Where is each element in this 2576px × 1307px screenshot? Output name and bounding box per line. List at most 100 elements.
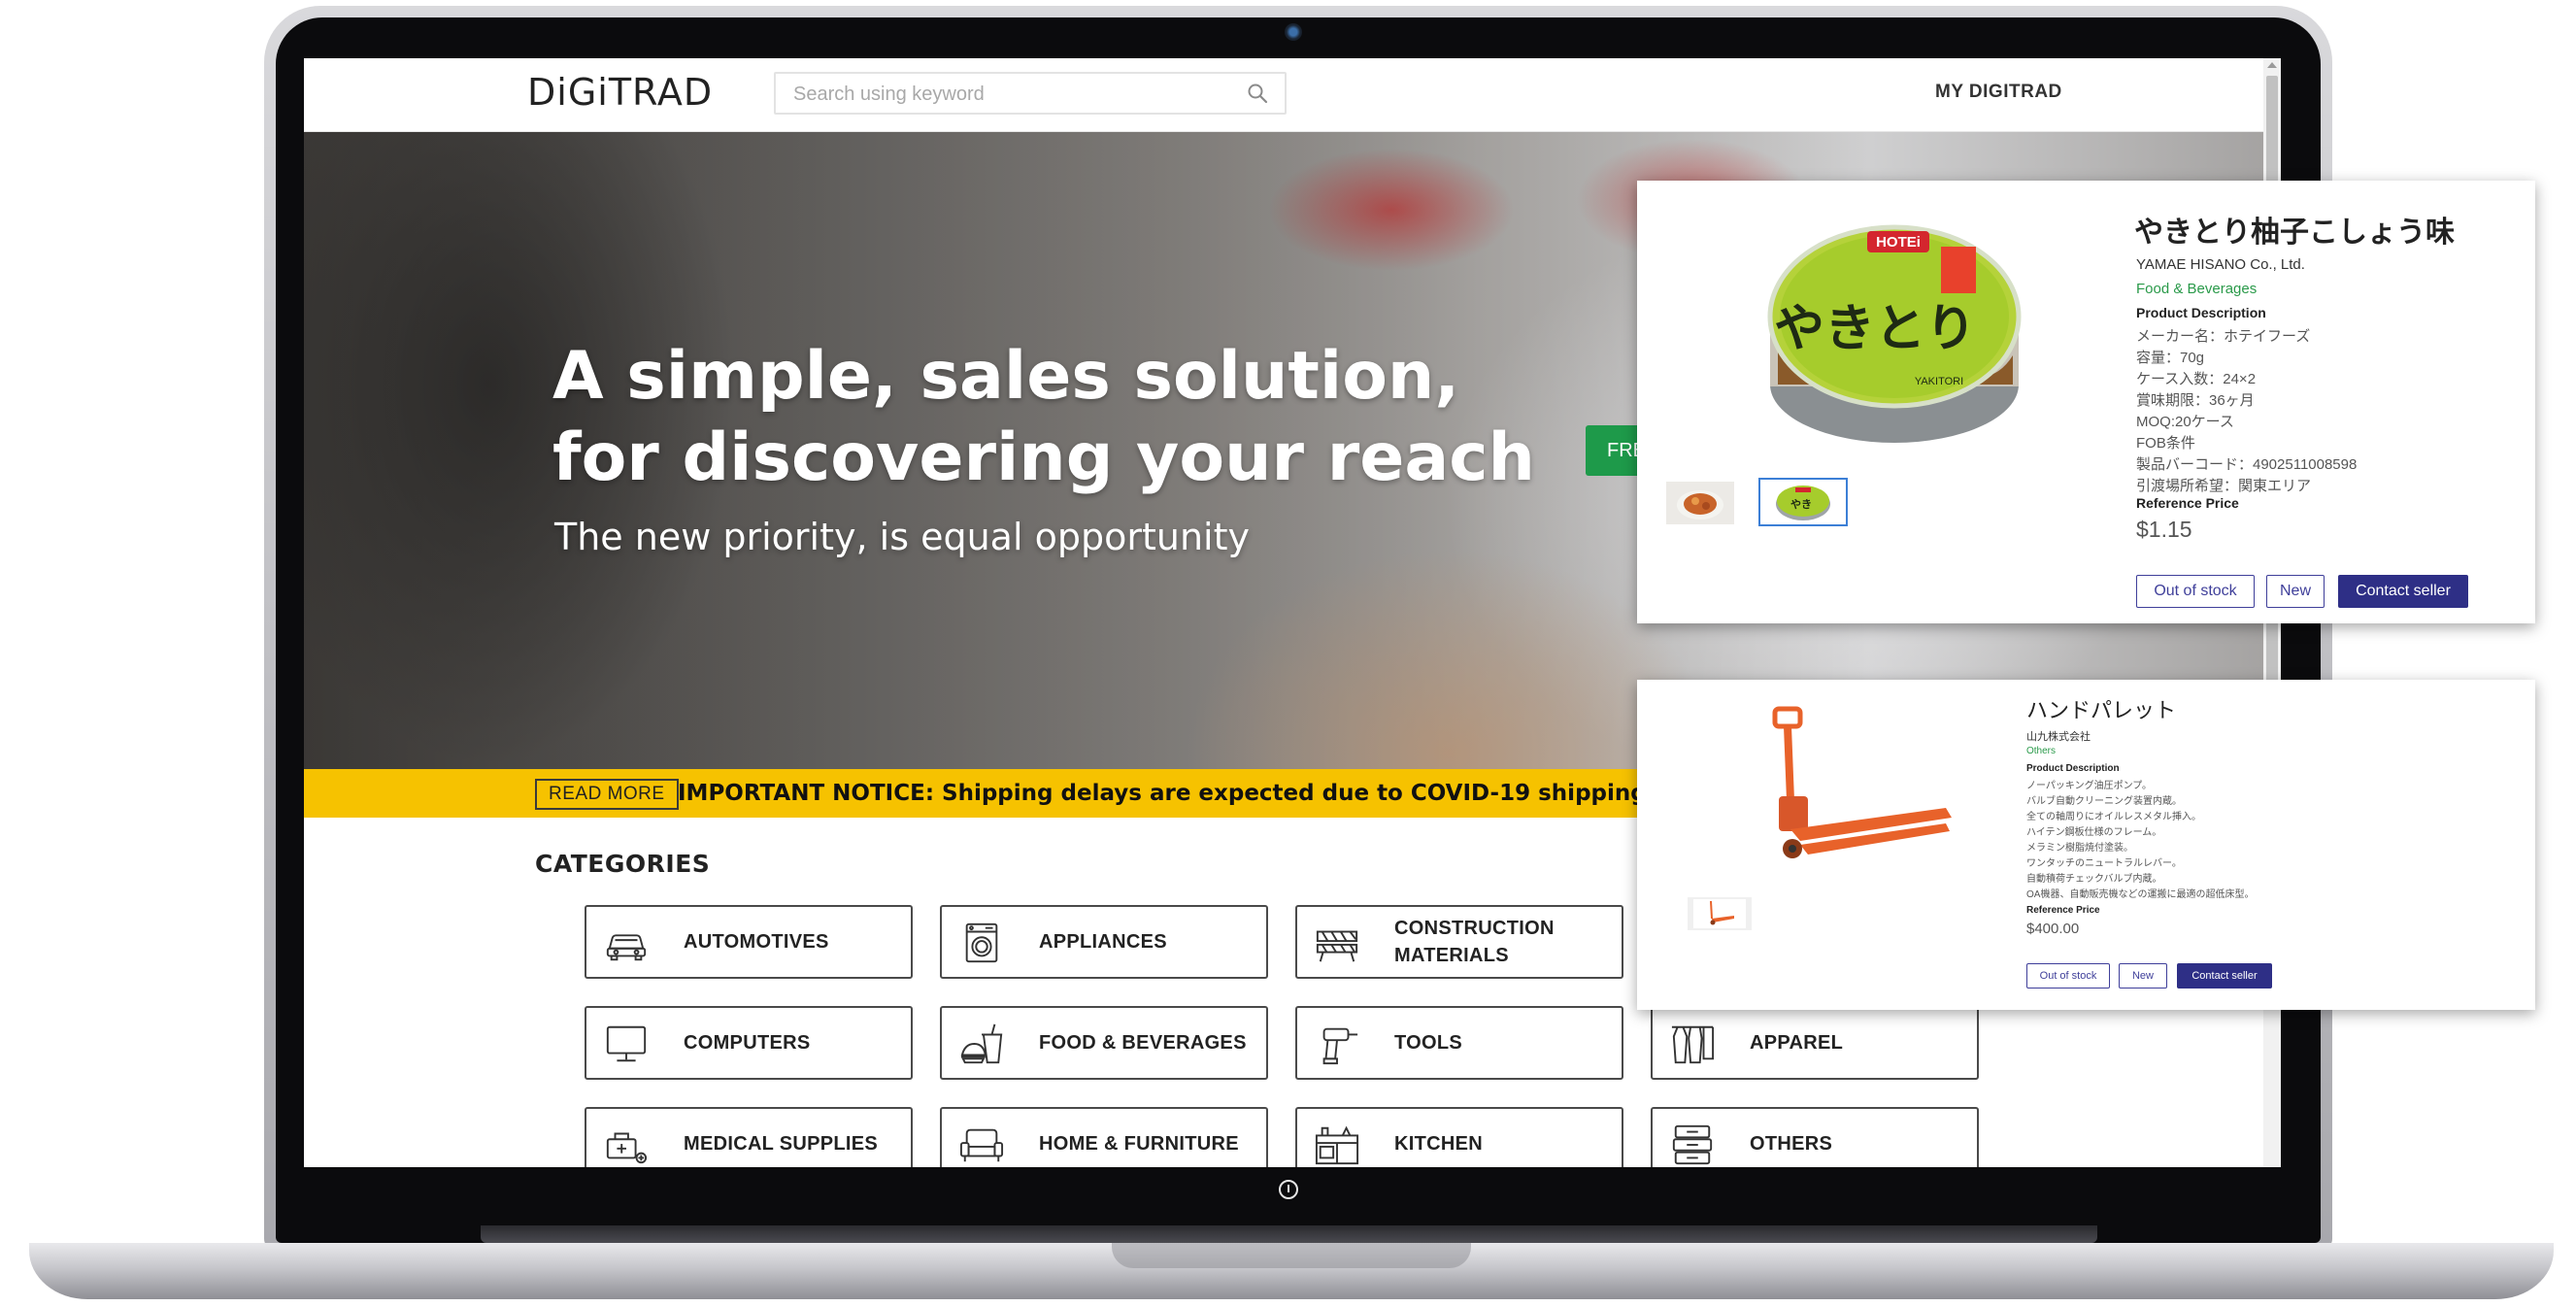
description-line: FOB条件 bbox=[2136, 435, 2195, 452]
category-construction[interactable]: CONSTRUCTION MATERIALS bbox=[1295, 905, 1623, 979]
new-button[interactable]: New bbox=[2119, 963, 2167, 989]
thumbnail-pallet[interactable] bbox=[1688, 897, 1752, 930]
clothes-icon bbox=[1671, 1025, 1715, 1064]
product-description-heading: Product Description bbox=[2026, 763, 2120, 774]
category-label: CONSTRUCTION MATERIALS bbox=[1394, 918, 1555, 966]
can-label-text: やきとり bbox=[1774, 300, 1976, 358]
reference-price-heading: Reference Price bbox=[2136, 495, 2239, 511]
new-button[interactable]: New bbox=[2266, 575, 2325, 608]
description-line: 賞味期限：36ヶ月 bbox=[2136, 392, 2255, 409]
product-name: やきとり柚子こしょう味 bbox=[2134, 216, 2455, 250]
description-line: メーカー名：ホテイフーズ bbox=[2136, 328, 2311, 345]
power-icon bbox=[1279, 1180, 1298, 1199]
description-line: 自動積荷チェックバルブ内蔵。 bbox=[2026, 874, 2162, 885]
search-input[interactable] bbox=[791, 82, 1222, 107]
category-label: MEDICAL SUPPLIES bbox=[684, 1133, 879, 1155]
site-logo[interactable]: DiGiTRAD bbox=[527, 71, 713, 114]
hero-title: A simple, sales solution, for discoverin… bbox=[552, 336, 1535, 499]
drill-icon bbox=[1322, 1027, 1358, 1065]
thumbnail-1[interactable] bbox=[1666, 482, 1734, 524]
description-line: バルブ自動クリーニング装置内蔵。 bbox=[2026, 796, 2182, 807]
laptop-hinge bbox=[481, 1225, 2097, 1243]
product-seller[interactable]: YAMAE HISANO Co., Ltd. bbox=[2136, 256, 2305, 273]
description-line: MOQ:20ケース bbox=[2136, 414, 2234, 430]
category-apparel[interactable]: APPAREL bbox=[1651, 1006, 1979, 1080]
can-brand-text: HOTEi bbox=[1876, 234, 1921, 251]
product-description: ノーパッキング油圧ポンプ。 バルブ自動クリーニング装置内蔵。 全ての軸周りにオイ… bbox=[2026, 779, 2254, 903]
my-digitrad-link[interactable]: MY DIGITRAD bbox=[1935, 82, 2062, 103]
boxes-icon bbox=[1672, 1124, 1713, 1165]
read-more-button[interactable]: READ MORE bbox=[535, 779, 679, 810]
thumbnail-pallet-icon bbox=[1688, 897, 1752, 930]
product-image-hand-pallet[interactable] bbox=[1752, 703, 1965, 878]
out-of-stock-button[interactable]: Out of stock bbox=[2026, 963, 2110, 989]
laptop-notch bbox=[1112, 1243, 1471, 1268]
kitchen-icon bbox=[1315, 1125, 1359, 1165]
washing-machine-icon bbox=[965, 922, 998, 963]
scroll-up-arrow[interactable] bbox=[2267, 62, 2277, 68]
product-card-hand-pallet: ハンドパレット 山九株式会社 Others Product Descriptio… bbox=[1637, 680, 2535, 1010]
category-food-beverages[interactable]: FOOD & BEVERAGES bbox=[940, 1006, 1268, 1080]
category-medical[interactable]: MEDICAL SUPPLIES bbox=[585, 1107, 913, 1167]
description-line: 容量：70g bbox=[2136, 350, 2205, 366]
hero-subtitle: The new priority, is equal opportunity bbox=[554, 516, 1250, 558]
description-line: メラミン樹脂焼付塗装。 bbox=[2026, 843, 2133, 854]
description-line: 全ての軸周りにオイルレスメタル挿入。 bbox=[2026, 812, 2201, 822]
category-label: KITCHEN bbox=[1394, 1133, 1483, 1155]
description-line: ケース入数：24×2 bbox=[2136, 371, 2257, 387]
svg-text:やき: やき bbox=[1790, 498, 1812, 511]
category-computers[interactable]: COMPUTERS bbox=[585, 1006, 913, 1080]
category-automotives[interactable]: AUTOMOTIVES bbox=[585, 905, 913, 979]
top-navigation: DiGiTRAD MY DIGITRAD bbox=[304, 58, 2263, 132]
thumbnail-food-icon bbox=[1666, 482, 1734, 524]
contact-seller-button[interactable]: Contact seller bbox=[2338, 575, 2468, 608]
categories-heading: CATEGORIES bbox=[535, 850, 711, 878]
thumbnail-2-selected[interactable]: やき bbox=[1758, 478, 1848, 526]
food-drink-icon bbox=[960, 1023, 1003, 1064]
product-description: メーカー名：ホテイフーズ 容量：70g ケース入数：24×2 賞味期限：36ヶ月… bbox=[2136, 326, 2357, 497]
product-category[interactable]: Food & Beverages bbox=[2136, 281, 2257, 297]
category-label: FOOD & BEVERAGES bbox=[1039, 1032, 1247, 1054]
category-home-furniture[interactable]: HOME & FURNITURE bbox=[940, 1107, 1268, 1167]
barrier-icon bbox=[1316, 930, 1358, 962]
category-label: TOOLS bbox=[1394, 1032, 1463, 1054]
product-category[interactable]: Others bbox=[2026, 746, 2056, 756]
product-card-yakitori: HOTEi やきとり YAKITORI やき やきとり柚子こしょう味 YAMAE… bbox=[1637, 181, 2535, 623]
hero-title-line1: A simple, sales solution, bbox=[552, 338, 1460, 415]
monitor-icon bbox=[606, 1025, 647, 1062]
category-tools[interactable]: TOOLS bbox=[1295, 1006, 1623, 1080]
description-line: 引渡場所希望：関東エリア bbox=[2136, 478, 2312, 494]
contact-seller-button[interactable]: Contact seller bbox=[2177, 963, 2272, 989]
description-line: 製品バーコード：4902511008598 bbox=[2136, 456, 2358, 473]
reference-price: $400.00 bbox=[2026, 921, 2080, 937]
out-of-stock-button[interactable]: Out of stock bbox=[2136, 575, 2255, 608]
category-label: APPLIANCES bbox=[1039, 931, 1167, 953]
description-line: ノーパッキング油圧ポンプ。 bbox=[2026, 781, 2152, 791]
search-icon[interactable] bbox=[1246, 82, 1269, 105]
thumbnail-can-icon: やき bbox=[1760, 480, 1846, 524]
category-label: AUTOMOTIVES bbox=[684, 931, 829, 953]
description-line: ワンタッチのニュートラルレバー。 bbox=[2026, 858, 2182, 869]
can-sub-text: YAKITORI bbox=[1915, 376, 1963, 387]
sofa-icon bbox=[959, 1128, 1004, 1162]
product-seller[interactable]: 山九株式会社 bbox=[2026, 728, 2091, 744]
product-name: ハンドパレット bbox=[2026, 699, 2177, 723]
category-label: OTHERS bbox=[1750, 1133, 1833, 1155]
car-icon bbox=[606, 934, 647, 961]
category-label: COMPUTERS bbox=[684, 1032, 811, 1054]
reference-price: $1.15 bbox=[2136, 517, 2192, 542]
hero-title-line2: for discovering your reach bbox=[552, 419, 1535, 496]
search-box[interactable] bbox=[774, 72, 1287, 115]
category-appliances[interactable]: APPLIANCES bbox=[940, 905, 1268, 979]
webcam-icon bbox=[1285, 23, 1302, 41]
category-others[interactable]: OTHERS bbox=[1651, 1107, 1979, 1167]
medical-kit-icon bbox=[606, 1132, 648, 1164]
category-label: APPAREL bbox=[1750, 1032, 1844, 1054]
product-image-yakitori-can[interactable]: HOTEi やきとり YAKITORI bbox=[1758, 210, 2030, 452]
description-line: OA機器、自動販売機などの運搬に最適の超低床型。 bbox=[2026, 889, 2255, 900]
product-description-heading: Product Description bbox=[2136, 305, 2266, 320]
category-kitchen[interactable]: KITCHEN bbox=[1295, 1107, 1623, 1167]
category-label: HOME & FURNITURE bbox=[1039, 1133, 1239, 1155]
reference-price-heading: Reference Price bbox=[2026, 905, 2100, 916]
description-line: ハイテン鋼板仕様のフレーム。 bbox=[2026, 827, 2162, 838]
